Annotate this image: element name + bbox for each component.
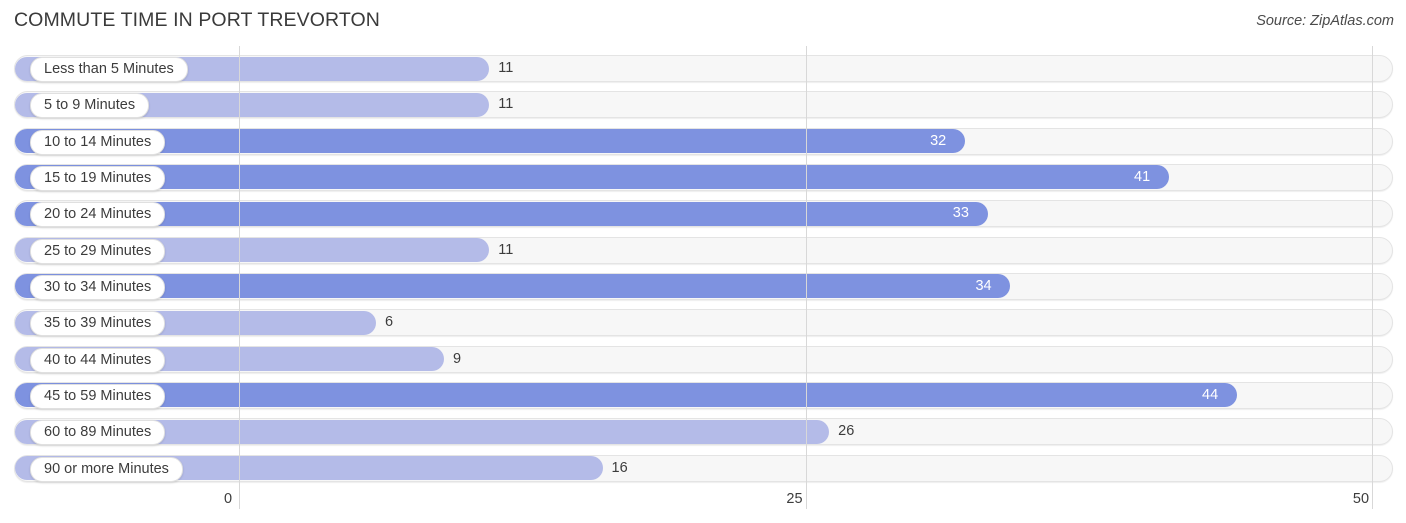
bar-value-label: 11	[498, 241, 514, 258]
bar-value-label: 32	[930, 132, 947, 149]
bar-row[interactable]: 5 to 9 Minutes 11	[14, 91, 1393, 119]
bar-value-label: 26	[838, 423, 855, 440]
bar-value-label: 11	[498, 60, 514, 76]
bar-category-label: 30 to 34 Minutes	[30, 274, 166, 300]
bar-category-label: 35 to 39 Minutes	[30, 311, 166, 337]
axis-tick-mark	[239, 487, 240, 509]
bar-value-label: 33	[952, 205, 969, 222]
bar-value-label: 44	[1202, 386, 1219, 403]
bar-category-label: 25 to 29 Minutes	[30, 238, 166, 264]
source-label: Source: ZipAtlas.com	[1256, 13, 1394, 29]
bar-row[interactable]: 10 to 14 Minutes 32	[14, 127, 1393, 155]
bar-value-label: 16	[611, 459, 628, 476]
bar-fill	[15, 165, 1170, 190]
chart-header: COMMUTE TIME IN PORT TREVORTON Source: Z…	[0, 0, 1406, 44]
bar-row[interactable]: 90 or more Minutes 16	[14, 454, 1393, 482]
bar-category-label: 60 to 89 Minutes	[30, 420, 166, 446]
bar-chart-plot-area: Less than 5 Minutes 11 5 to 9 Minutes 11 10 …	[0, 46, 1406, 487]
axis-tick-label: 25	[786, 491, 803, 507]
bar-row[interactable]: 35 to 39 Minutes 6	[14, 309, 1393, 337]
bar-value-label: 34	[975, 277, 992, 294]
bar-category-label: 45 to 59 Minutes	[30, 383, 166, 409]
page-title: COMMUTE TIME IN PORT TREVORTON	[14, 9, 380, 31]
bar-category-label: 10 to 14 Minutes	[30, 129, 166, 155]
bar-value-label: 6	[384, 314, 394, 331]
axis-tick-mark	[805, 487, 807, 509]
bar-value-label: 41	[1134, 168, 1151, 185]
axis-tick-label: 0	[223, 491, 233, 507]
bar-value-label: 9	[452, 350, 462, 367]
bar-category-label: 90 or more Minutes	[30, 456, 183, 482]
bar-category-label: 5 to 9 Minutes	[30, 93, 150, 119]
bar-row[interactable]: 60 to 89 Minutes 26	[14, 418, 1393, 446]
bar-category-label: 40 to 44 Minutes	[30, 347, 166, 373]
bar-row[interactable]: 40 to 44 Minutes 9	[14, 345, 1393, 373]
bar-row[interactable]: 20 to 24 Minutes 33	[14, 200, 1393, 228]
axis-tick-label: 50	[1352, 491, 1370, 507]
bar-fill	[15, 383, 1238, 408]
bar-row[interactable]: Less than 5 Minutes 11	[14, 55, 1393, 82]
bar-value-label: 11	[498, 96, 514, 113]
bar-row[interactable]: 25 to 29 Minutes 11	[14, 236, 1393, 264]
bar-row[interactable]: 45 to 59 Minutes 44	[14, 381, 1393, 409]
bar-row[interactable]: 30 to 34 Minutes 34	[14, 272, 1393, 300]
bar-category-label: 20 to 24 Minutes	[30, 202, 166, 228]
x-axis: 0 25 50	[0, 487, 1406, 523]
bar-row[interactable]: 15 to 19 Minutes 41	[14, 163, 1393, 191]
axis-tick-mark	[1372, 487, 1373, 509]
bar-category-label: Less than 5 Minutes	[30, 57, 188, 82]
bar-category-label: 15 to 19 Minutes	[30, 165, 166, 191]
